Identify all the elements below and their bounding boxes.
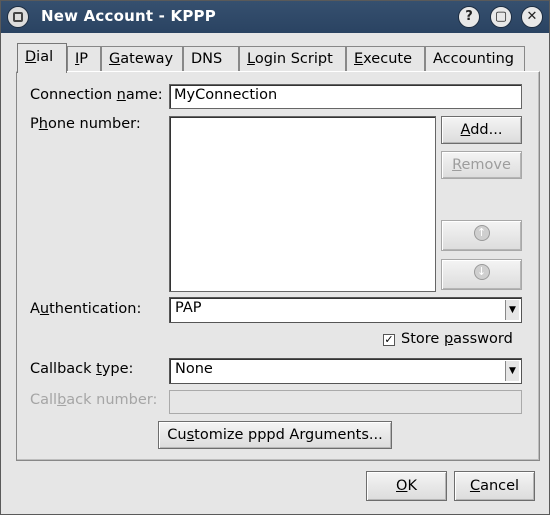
authentication-label: Authentication: <box>30 301 142 317</box>
maximize-icon: ▢ <box>494 9 508 24</box>
checkmark-icon: ✓ <box>384 333 394 346</box>
customize-pppd-arguments-button[interactable]: Customize pppd Arguments... <box>158 421 392 449</box>
arrow-up-icon: ↑ <box>473 225 490 241</box>
tab-execute[interactable]: Execute <box>346 46 425 72</box>
window-menu-icon[interactable] <box>7 6 29 28</box>
tab-ip[interactable]: IP <box>67 46 101 72</box>
tab-gateway[interactable]: Gateway <box>101 46 183 72</box>
help-button[interactable]: ? <box>458 6 480 28</box>
callback-type-select[interactable]: None ▼ <box>169 358 522 384</box>
connection-name-input[interactable]: MyConnection <box>169 84 522 109</box>
callback-number-label: Callback number: <box>30 392 158 408</box>
store-password-checkbox[interactable]: ✓ <box>383 334 395 346</box>
close-button[interactable]: ✕ <box>521 6 543 28</box>
connection-name-label: Connection name: <box>30 87 163 103</box>
tab-dns[interactable]: DNS <box>183 46 239 72</box>
move-up-button[interactable]: ↑ <box>441 220 522 251</box>
tab-accounting[interactable]: Accounting <box>425 46 525 72</box>
move-down-button[interactable]: ↓ <box>441 259 522 290</box>
store-password-label[interactable]: Store password <box>401 331 513 347</box>
callback-number-input[interactable] <box>169 390 522 414</box>
dropdown-arrow-icon[interactable]: ▼ <box>505 300 519 320</box>
maximize-button[interactable]: ▢ <box>490 6 512 28</box>
ok-button[interactable]: OK <box>366 471 447 501</box>
add-button[interactable]: Add... <box>441 116 522 144</box>
phone-number-label: Phone number: <box>30 116 141 132</box>
new-account-window: New Account - KPPP ? ▢ ✕ Dial IP Gateway… <box>0 0 550 515</box>
question-mark-icon: ? <box>465 9 473 24</box>
arrow-down-icon: ↓ <box>473 264 490 280</box>
remove-button[interactable]: Remove <box>441 151 522 179</box>
window-title: New Account - KPPP <box>41 7 216 25</box>
close-icon: ✕ <box>526 9 538 24</box>
phone-number-list[interactable] <box>169 116 436 292</box>
callback-type-label: Callback type: <box>30 361 134 377</box>
cancel-button[interactable]: Cancel <box>454 471 535 501</box>
dropdown-arrow-icon[interactable]: ▼ <box>505 361 519 381</box>
authentication-select[interactable]: PAP ▼ <box>169 297 522 323</box>
tab-login-script[interactable]: Login Script <box>239 46 346 72</box>
title-bar[interactable]: New Account - KPPP ? ▢ ✕ <box>1 1 549 33</box>
tab-dial[interactable]: Dial <box>17 43 67 73</box>
